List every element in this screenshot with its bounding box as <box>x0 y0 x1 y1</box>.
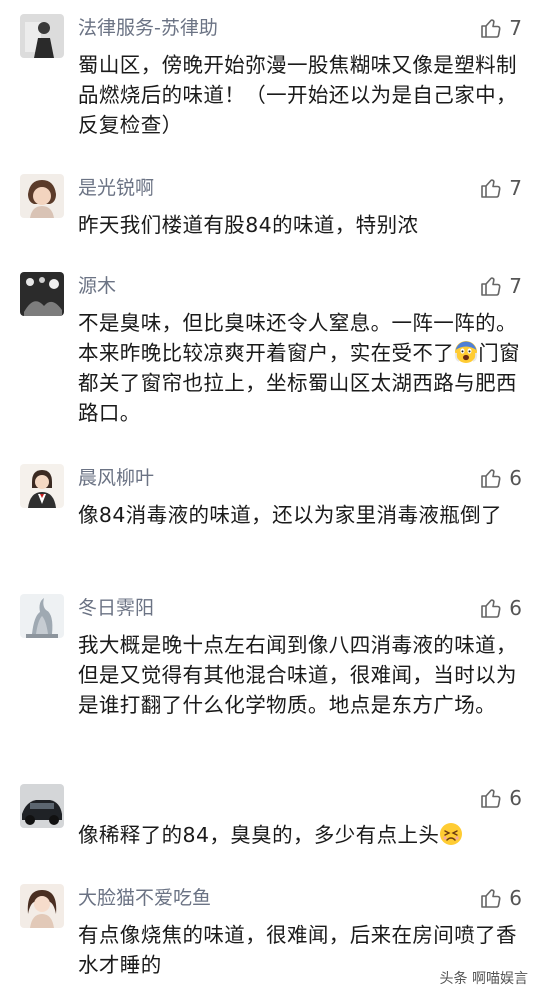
comment-text: 昨天我们楼道有股84的味道，特别浓 <box>78 213 419 237</box>
comment-text-part: 像稀释了的84，臭臭的，多少有点上头 <box>78 823 440 847</box>
avatar[interactable] <box>20 14 64 58</box>
tired-face-emoji <box>439 822 463 846</box>
like-count: 7 <box>509 16 522 40</box>
like-button[interactable]: 7 <box>479 174 522 202</box>
thumbs-up-icon <box>479 16 503 40</box>
like-count: 6 <box>509 596 522 620</box>
username[interactable]: 法律服务-苏律助 <box>78 16 218 40</box>
comment-text: 蜀山区，傍晚开始弥漫一股焦糊味又像是塑料制品燃烧后的味道！（一开始还以为是自己家… <box>78 53 517 137</box>
like-button[interactable]: 6 <box>479 784 522 812</box>
thumbs-up-icon <box>479 466 503 490</box>
thumbs-up-icon <box>479 274 503 298</box>
comment-list: 法律服务-苏律助 7 蜀山区，傍晚开始弥漫一股焦糊味又像是塑料制品燃烧后的味道！… <box>0 0 540 996</box>
like-button[interactable]: 6 <box>479 464 522 492</box>
comment-text: 不是臭味，但比臭味还令人窒息。一阵一阵的。本来昨晚比较凉爽开着窗户，实在受不了门… <box>78 308 524 428</box>
like-button[interactable]: 7 <box>479 272 522 300</box>
like-count: 6 <box>509 886 522 910</box>
thumbs-up-icon <box>479 786 503 810</box>
avatar[interactable] <box>20 884 64 928</box>
avatar[interactable] <box>20 174 64 218</box>
avatar[interactable] <box>20 464 64 508</box>
thumbs-up-icon <box>479 596 503 620</box>
like-count: 6 <box>509 786 522 810</box>
avatar[interactable] <box>20 272 64 316</box>
avatar[interactable] <box>20 594 64 638</box>
username[interactable]: 晨风柳叶 <box>78 466 154 490</box>
comment-text: 像84消毒液的味道，还以为家里消毒液瓶倒了 <box>78 503 502 527</box>
comment-text: 像稀释了的84，臭臭的，多少有点上头 <box>78 820 524 850</box>
like-count: 7 <box>509 274 522 298</box>
like-button[interactable]: 6 <box>479 884 522 912</box>
like-button[interactable]: 6 <box>479 594 522 622</box>
username[interactable]: 源木 <box>78 274 116 298</box>
like-count: 7 <box>509 176 522 200</box>
comment-text-part: 不是臭味，但比臭味还令人窒息。一阵一阵的。本来昨晚比较凉爽开着窗户，实在受不了 <box>78 311 517 365</box>
fearful-face-emoji <box>454 340 478 364</box>
like-button[interactable]: 7 <box>479 14 522 42</box>
like-count: 6 <box>509 466 522 490</box>
watermark: 头条 啊喵娱言 <box>439 971 528 987</box>
comment-text: 我大概是晚十点左右闻到像八四消毒液的味道，但是又觉得有其他混合味道，很难闻，当时… <box>78 633 517 717</box>
avatar[interactable] <box>20 784 64 828</box>
username[interactable]: 是光锐啊 <box>78 176 154 200</box>
thumbs-up-icon <box>479 886 503 910</box>
thumbs-up-icon <box>479 176 503 200</box>
username[interactable]: 大脸猫不爱吃鱼 <box>78 886 211 910</box>
username[interactable]: 冬日霁阳 <box>78 596 154 620</box>
